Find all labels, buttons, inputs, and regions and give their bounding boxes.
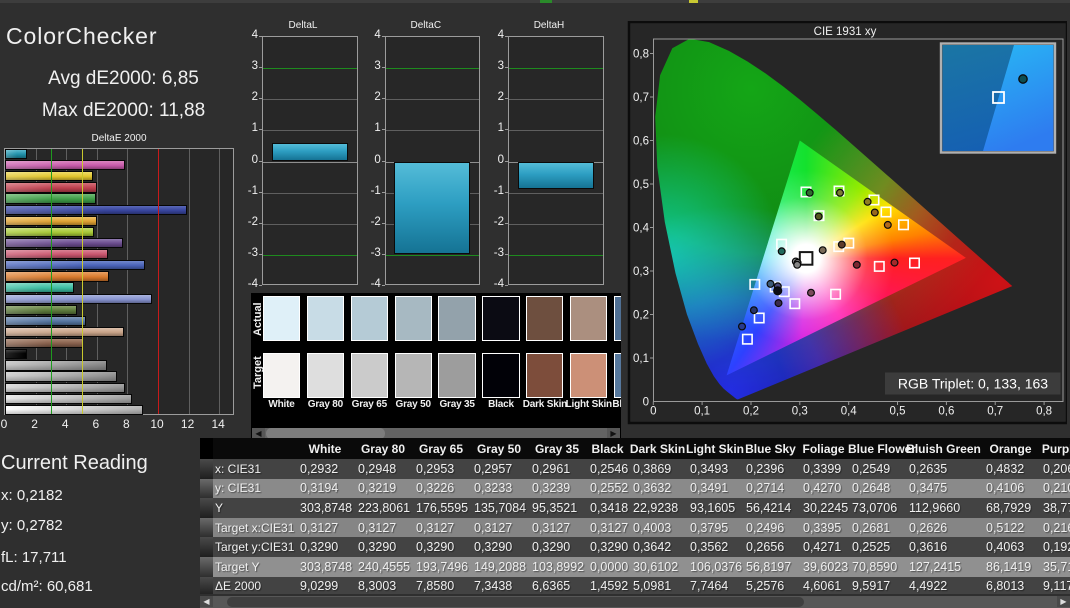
svg-text:0,7: 0,7 [633,92,649,104]
svg-text:0,7: 0,7 [987,406,1003,418]
svg-text:0: 0 [643,397,649,409]
svg-text:0,6: 0,6 [633,136,649,148]
svg-text:0,1: 0,1 [694,406,710,418]
svg-text:0,1: 0,1 [633,353,649,365]
svg-text:0,3: 0,3 [633,266,649,278]
svg-text:RGB Triplet: 0, 133, 163: RGB Triplet: 0, 133, 163 [898,376,1048,392]
svg-text:0: 0 [650,406,656,418]
svg-text:0,8: 0,8 [1036,406,1052,418]
svg-text:0,2: 0,2 [633,310,649,322]
svg-text:0,5: 0,5 [633,179,649,191]
svg-text:0,4: 0,4 [633,223,650,235]
svg-text:0,6: 0,6 [938,406,954,418]
svg-text:0,2: 0,2 [743,406,759,418]
svg-text:0,3: 0,3 [792,406,808,418]
svg-text:0,5: 0,5 [890,406,906,418]
svg-text:0,4: 0,4 [841,406,858,418]
svg-text:0,8: 0,8 [633,49,649,61]
